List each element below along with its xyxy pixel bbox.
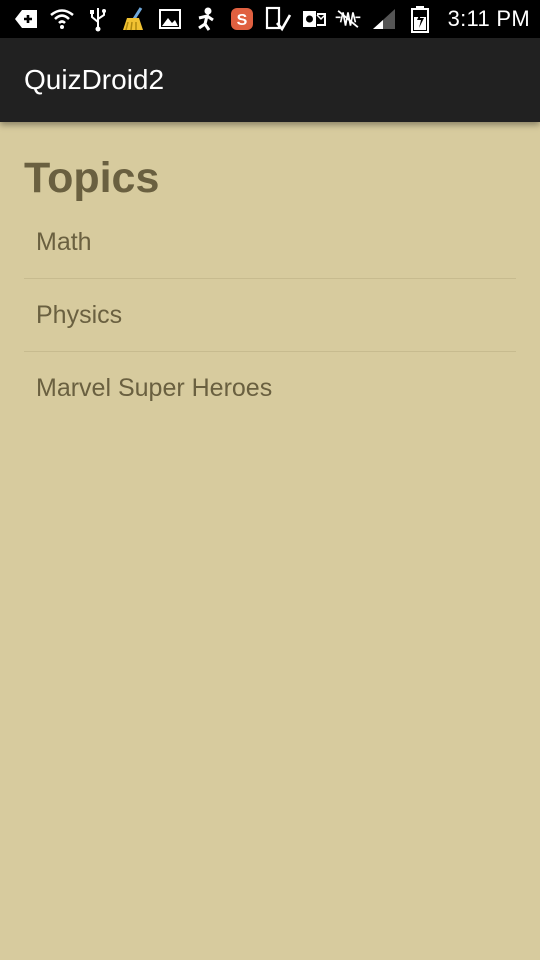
image-icon (156, 5, 184, 33)
app-title: QuizDroid2 (24, 64, 165, 95)
notification-icons: S (12, 0, 336, 38)
add-icon (12, 5, 40, 33)
system-icons: 3:11 PM (334, 0, 530, 38)
page-title: Topics (24, 154, 160, 202)
s-app-icon: S (228, 5, 256, 33)
status-bar: S 3:11 PM (0, 0, 540, 38)
outlook-icon (300, 5, 328, 33)
battery-charging-icon (406, 5, 434, 33)
cleaner-icon (120, 5, 148, 33)
signal-icon (370, 5, 398, 33)
wifi-icon (48, 5, 76, 33)
usb-icon (84, 5, 112, 33)
mute-icon (334, 5, 362, 33)
status-time: 3:11 PM (447, 6, 530, 31)
app-bar: QuizDroid2 (0, 38, 540, 122)
app-screen: S 3:11 PM QuizDroid2 Topics Math Physics… (0, 0, 540, 960)
device-check-icon (264, 5, 292, 33)
svg-text:S: S (237, 12, 248, 29)
topic-list: Math Physics Marvel Super Heroes (24, 206, 516, 424)
person-icon (192, 5, 220, 33)
topic-item-math[interactable]: Math (24, 206, 516, 279)
topic-item-physics[interactable]: Physics (24, 279, 516, 352)
topic-item-marvel-super-heroes[interactable]: Marvel Super Heroes (24, 352, 516, 424)
